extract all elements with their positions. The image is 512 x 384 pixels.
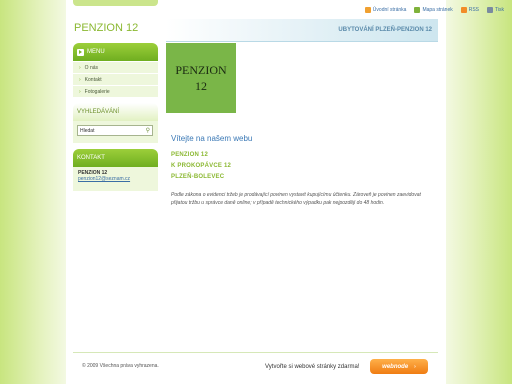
address-line: PLZEŇ-BOLEVEC: [171, 174, 225, 180]
chevron-right-icon: ›: [79, 64, 81, 71]
header-bar: UBYTOVÁNÍ PLZEŇ-PENZION 12: [166, 19, 438, 42]
search-box: Hledat ⚲: [73, 121, 158, 143]
home-link[interactable]: Úvodní stránka: [364, 5, 407, 15]
menu-arrow-icon: [77, 48, 84, 56]
logo-line-2: 12: [195, 79, 207, 93]
copyright-text: © 2009 Všechna práva vyhrazena.: [82, 363, 159, 369]
top-accent-bar: [73, 0, 158, 6]
footer-divider: [73, 352, 438, 353]
chevron-right-icon: ›: [79, 88, 81, 95]
contact-title: KONTAKT: [77, 155, 105, 161]
sidebar-item-label[interactable]: O nás: [85, 65, 98, 71]
menu-title-bar: MENU: [73, 43, 158, 61]
print-link[interactable]: Tisk: [487, 5, 504, 15]
search-icon[interactable]: ⚲: [146, 127, 150, 134]
sidebar-item-label[interactable]: Fotogalerie: [85, 89, 110, 95]
webnode-button[interactable]: webnode ›: [370, 359, 428, 374]
sitemap-link-label[interactable]: Mapa stránek: [422, 7, 452, 13]
sidebar-item-label[interactable]: Kontakt: [85, 77, 102, 83]
print-link-label[interactable]: Tisk: [495, 7, 504, 13]
menu-list: › O nás › Kontakt › Fotogalerie: [73, 61, 158, 97]
home-link-label[interactable]: Úvodní stránka: [373, 7, 407, 13]
webnode-button-label[interactable]: webnode: [382, 364, 408, 370]
welcome-heading: Vítejte na našem webu: [171, 134, 253, 143]
logo: PENZION 12: [166, 43, 236, 113]
sidebar-item-kontakt[interactable]: › Kontakt: [73, 73, 158, 85]
home-icon: [364, 7, 371, 13]
search-title-bar: VYHLEDÁVÁNÍ: [73, 103, 158, 121]
address-block: PENZION 12 K PROKOPÁVCE 12 PLZEŇ-BOLEVEC: [171, 150, 231, 183]
rss-link-label[interactable]: RSS: [469, 7, 479, 13]
contact-email-link[interactable]: penzion12@seznam.cz: [78, 176, 153, 182]
sidebar-item-o-nas[interactable]: › O nás: [73, 61, 158, 73]
legal-notice: Podle zákona o evidenci tržeb je prodáva…: [171, 192, 421, 206]
sitemap-icon: [414, 7, 421, 13]
site-title[interactable]: PENZION 12: [74, 22, 138, 34]
contact-box: PENZION 12 penzion12@seznam.cz: [73, 167, 158, 191]
chevron-right-icon: ›: [414, 363, 416, 370]
logo-line-1: PENZION: [175, 63, 227, 77]
chevron-right-icon: ›: [79, 76, 81, 83]
rss-link[interactable]: RSS: [460, 5, 479, 15]
search-input[interactable]: Hledat ⚲: [77, 125, 153, 136]
sidebar: MENU › O nás › Kontakt › Fotogalerie VYH…: [73, 43, 158, 191]
print-icon: [487, 7, 494, 13]
header-subtitle: UBYTOVÁNÍ PLZEŇ-PENZION 12: [338, 27, 432, 33]
sitemap-link[interactable]: Mapa stránek: [414, 5, 453, 15]
menu-title: MENU: [87, 49, 105, 55]
address-line: PENZION 12: [171, 152, 209, 158]
search-input-value[interactable]: Hledat: [80, 128, 94, 134]
search-title: VYHLEDÁVÁNÍ: [77, 109, 120, 115]
sidebar-item-fotogalerie[interactable]: › Fotogalerie: [73, 85, 158, 97]
rss-icon: [460, 7, 467, 13]
address-line: K PROKOPÁVCE 12: [171, 163, 232, 169]
top-links: Úvodní stránka Mapa stránek RSS Tisk: [364, 5, 504, 15]
create-site-link[interactable]: Vytvořte si webové stránky zdarma!: [265, 364, 359, 370]
contact-title-bar: KONTAKT: [73, 149, 158, 167]
